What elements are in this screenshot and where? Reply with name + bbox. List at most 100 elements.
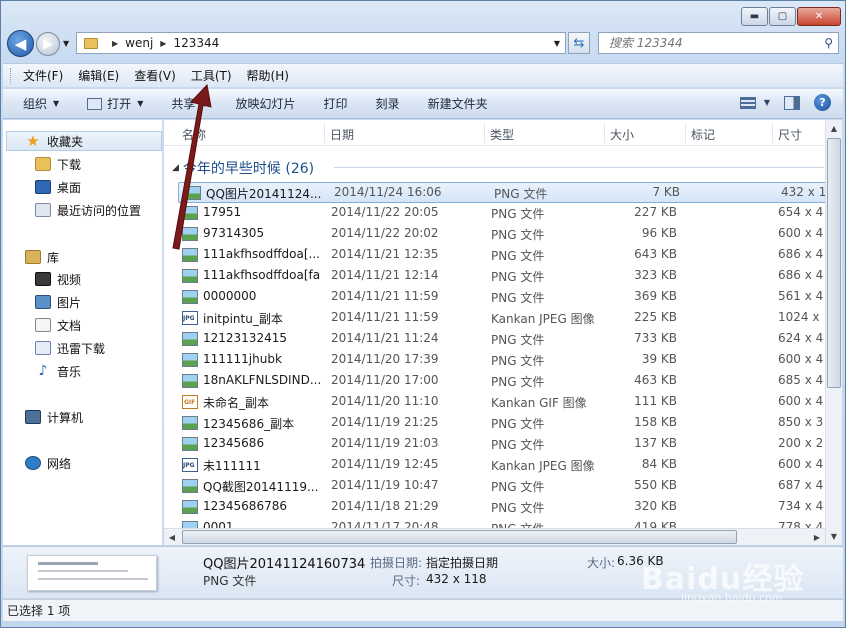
scroll-left-icon[interactable]: ◀ <box>164 529 180 545</box>
menu-edit[interactable]: 编辑(E) <box>78 67 119 84</box>
file-row[interactable]: 12345686786 2014/11/18 21:29 PNG 文件 320 KB 7… <box>176 497 825 518</box>
column-date[interactable]: 日期 <box>330 126 354 143</box>
address-dropdown-icon[interactable]: ▼ <box>554 39 560 48</box>
column-name[interactable]: 名称 <box>182 126 206 143</box>
nav-libraries[interactable]: 库 <box>25 247 59 267</box>
png-file-icon <box>182 269 198 283</box>
file-dimensions: 850 x 3 <box>778 415 824 429</box>
png-file-icon <box>182 416 198 430</box>
nav-thunder-downloads[interactable]: 迅雷下载 <box>35 338 105 358</box>
file-dimensions: 600 x 4 <box>778 394 824 408</box>
file-row[interactable]: 17951 2014/11/22 20:05 PNG 文件 227 KB 654 x 4 <box>176 203 825 224</box>
folder-icon <box>84 37 98 49</box>
png-file-icon <box>182 374 198 388</box>
scroll-up-icon[interactable]: ▲ <box>826 120 842 137</box>
close-button[interactable]: ✕ <box>797 7 841 26</box>
slideshow-button[interactable]: 放映幻灯片 <box>236 95 296 112</box>
column-type[interactable]: 类型 <box>490 126 514 143</box>
organize-button[interactable]: 组织 ▼ <box>23 95 59 112</box>
file-row[interactable]: 未111111 2014/11/19 12:45 Kankan JPEG 图像 84 … <box>176 455 825 476</box>
column-dimensions[interactable]: 尺寸 <box>778 126 802 143</box>
nav-label: 计算机 <box>47 410 84 425</box>
help-icon[interactable]: ? <box>814 94 831 111</box>
minimize-button[interactable]: ▬ <box>741 7 768 26</box>
open-button[interactable]: 打开 ▼ <box>87 95 143 112</box>
file-row[interactable]: 12123132415 2014/11/21 11:24 PNG 文件 733 KB 6… <box>176 329 825 350</box>
address-bar[interactable]: ▶ wenj ▶ 123344 ▼ <box>76 32 566 54</box>
group-label: 今年的早些时候 (26) <box>182 161 315 177</box>
column-tags[interactable]: 标记 <box>691 126 715 143</box>
file-row[interactable]: 18nAKLFNLSDIND... 2014/11/20 17:00 PNG 文件 4… <box>176 371 825 392</box>
file-row[interactable]: 12345686_副本 2014/11/19 21:25 PNG 文件 158 KB 8… <box>176 413 825 434</box>
breadcrumb-wenj[interactable]: wenj <box>125 36 153 50</box>
recent-pages-dropdown[interactable]: ▼ <box>63 39 69 48</box>
file-type: PNG 文件 <box>491 228 545 242</box>
details-file-name: QQ图片20141124160734 <box>203 557 366 572</box>
menu-tools[interactable]: 工具(T) <box>191 67 232 84</box>
file-date: 2014/11/21 11:24 <box>331 331 439 345</box>
column-divider[interactable] <box>604 123 605 143</box>
column-divider[interactable] <box>484 123 485 143</box>
preview-pane-icon[interactable] <box>784 95 800 110</box>
share-button[interactable]: 共享 ▼ <box>171 95 207 112</box>
nav-favorites[interactable]: ★ 收藏夹 <box>6 131 162 151</box>
column-divider[interactable] <box>772 123 773 143</box>
nav-pictures[interactable]: 图片 <box>35 292 81 312</box>
scroll-right-icon[interactable]: ▶ <box>809 529 825 545</box>
horizontal-scroll-thumb[interactable] <box>182 530 737 544</box>
file-row[interactable]: 0000000 2014/11/21 11:59 PNG 文件 369 KB 561 x… <box>176 287 825 308</box>
menu-view[interactable]: 查看(V) <box>134 67 176 84</box>
burn-button[interactable]: 刻录 <box>376 95 400 112</box>
scroll-thumb[interactable] <box>827 138 841 388</box>
file-row[interactable]: 未命名_副本 2014/11/20 11:10 Kankan GIF 图像 111 K… <box>176 392 825 413</box>
column-divider[interactable] <box>685 123 686 143</box>
file-type: PNG 文件 <box>491 417 545 431</box>
breadcrumb-chevron-icon[interactable]: ▶ <box>112 39 118 48</box>
file-row[interactable]: initpintu_副本 2014/11/21 11:59 Kankan JPEG … <box>176 308 825 329</box>
breadcrumb-chevron-icon[interactable]: ▶ <box>160 39 166 48</box>
column-size[interactable]: 大小 <box>610 126 634 143</box>
maximize-button[interactable]: ▢ <box>769 7 796 26</box>
search-icon[interactable]: ⚲ <box>824 36 833 50</box>
file-type: PNG 文件 <box>494 187 548 201</box>
file-row[interactable]: 97314305 2014/11/22 20:02 PNG 文件 96 KB 600 x… <box>176 224 825 245</box>
menubar-grip <box>10 68 13 84</box>
search-input[interactable] <box>609 36 809 50</box>
vertical-scrollbar[interactable]: ▲ ▼ <box>825 120 842 545</box>
back-button[interactable]: ◀ <box>7 30 34 57</box>
file-row[interactable]: QQ图片20141124... 2014/11/24 16:06 PNG 文件 7 K… <box>178 182 825 203</box>
nav-music[interactable]: ♪ 音乐 <box>35 361 81 381</box>
search-box[interactable]: ⚲ <box>598 32 839 54</box>
breadcrumb-123344[interactable]: 123344 <box>173 36 219 50</box>
nav-videos[interactable]: 视频 <box>35 269 81 289</box>
nav-network[interactable]: 网络 <box>25 453 71 473</box>
nav-downloads[interactable]: 下载 <box>35 154 81 174</box>
refresh-button[interactable]: ⇆ <box>568 32 590 54</box>
print-button[interactable]: 打印 <box>324 95 348 112</box>
group-header[interactable]: ◢ 今年的早些时候 (26) <box>172 158 314 178</box>
navigation-pane: ★ 收藏夹 下载 桌面 最近访问的位置 库 视频 图片 文档 迅雷下载 ♪ 音乐 <box>3 120 163 545</box>
column-divider[interactable] <box>324 123 325 143</box>
details-date-value[interactable]: 指定拍摄日期 <box>426 554 498 571</box>
file-row[interactable]: 12345686 2014/11/19 21:03 PNG 文件 137 KB 200 … <box>176 434 825 455</box>
new-folder-button[interactable]: 新建文件夹 <box>428 95 488 112</box>
collapse-triangle-icon[interactable]: ◢ <box>172 163 179 173</box>
file-date: 2014/11/21 12:14 <box>331 268 439 282</box>
file-row[interactable]: 111akfhsodffdoa[... 2014/11/21 12:35 PNG 文… <box>176 245 825 266</box>
menu-file[interactable]: 文件(F) <box>23 67 63 84</box>
file-row[interactable]: 111111jhubk 2014/11/20 17:39 PNG 文件 39 KB 60… <box>176 350 825 371</box>
file-size: 369 KB <box>634 289 677 303</box>
file-row[interactable]: 111akfhsodffdoa[fa 2014/11/21 12:14 PNG 文件… <box>176 266 825 287</box>
file-row[interactable]: QQ截图20141119... 2014/11/19 10:47 PNG 文件 550… <box>176 476 825 497</box>
scroll-down-icon[interactable]: ▼ <box>826 528 842 545</box>
horizontal-scrollbar[interactable]: ◀ ▶ <box>164 528 825 545</box>
menu-help[interactable]: 帮助(H) <box>247 67 289 84</box>
nav-computer[interactable]: 计算机 <box>25 407 83 427</box>
forward-button[interactable]: ▶ <box>36 32 60 56</box>
network-icon <box>25 456 41 470</box>
change-view-icon[interactable] <box>739 96 756 109</box>
view-dropdown-icon[interactable]: ▼ <box>764 98 770 107</box>
nav-recent-places[interactable]: 最近访问的位置 <box>35 200 141 220</box>
nav-desktop[interactable]: 桌面 <box>35 177 81 197</box>
nav-documents[interactable]: 文档 <box>35 315 81 335</box>
